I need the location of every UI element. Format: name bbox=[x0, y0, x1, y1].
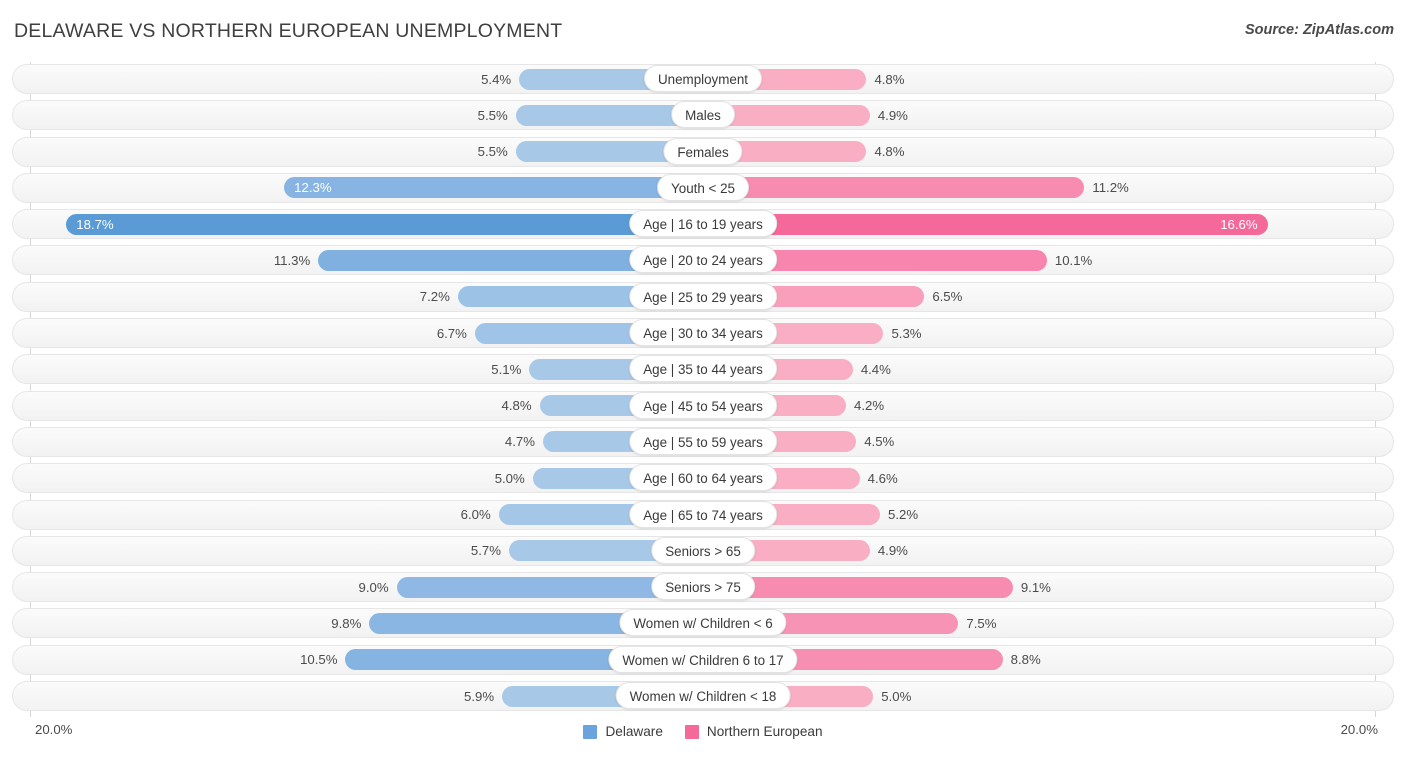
bar-category-label: Seniors > 75 bbox=[651, 573, 755, 601]
bar-value-label-northern-european: 4.8% bbox=[874, 144, 905, 160]
bar-row: 5.9% 5.0% Women w/ Children < 18 bbox=[0, 679, 1406, 715]
bar-category-label: Age | 16 to 19 years bbox=[629, 210, 777, 238]
bar-category-label: Youth < 25 bbox=[657, 173, 749, 201]
chart-legend: Delaware Northern European bbox=[0, 724, 1406, 739]
legend-item-label: Delaware bbox=[605, 724, 663, 739]
bar-category-label: Age | 55 to 59 years bbox=[629, 427, 777, 455]
bar-row: 18.7% 16.6% Age | 16 to 19 years bbox=[0, 207, 1406, 243]
bar-category-label: Age | 25 to 29 years bbox=[629, 282, 777, 310]
bar-row: 5.4% 4.8% Unemployment bbox=[0, 62, 1406, 98]
bar-value-label-northern-european: 4.5% bbox=[864, 434, 895, 450]
legend-item[interactable]: Northern European bbox=[684, 724, 823, 739]
bar-row: 6.0% 5.2% Age | 65 to 74 years bbox=[0, 498, 1406, 534]
bar-row: 6.7% 5.3% Age | 30 to 34 years bbox=[0, 316, 1406, 352]
bar-category-label: Age | 45 to 54 years bbox=[629, 391, 777, 419]
bar-category-label: Males bbox=[671, 101, 735, 129]
bar-value-label-northern-european: 4.9% bbox=[877, 543, 908, 559]
legend-swatch-icon bbox=[583, 724, 598, 739]
bar-value-label-delaware: 5.9% bbox=[464, 688, 495, 704]
bar-category-label: Women w/ Children 6 to 17 bbox=[608, 645, 798, 673]
source-attribution: Source: ZipAtlas.com bbox=[1244, 22, 1394, 38]
bar-row: 5.0% 4.6% Age | 60 to 64 years bbox=[0, 461, 1406, 497]
bar-row: 4.8% 4.2% Age | 45 to 54 years bbox=[0, 389, 1406, 425]
bar-row: 10.5% 8.8% Women w/ Children 6 to 17 bbox=[0, 643, 1406, 679]
chart-header: DELAWARE VS NORTHERN EUROPEAN UNEMPLOYME… bbox=[0, 0, 1406, 60]
bar-value-label-northern-european: 4.2% bbox=[854, 398, 885, 414]
bar-value-label-northern-european: 8.8% bbox=[1010, 652, 1041, 668]
bar-row: 5.1% 4.4% Age | 35 to 44 years bbox=[0, 352, 1406, 388]
page-title: DELAWARE VS NORTHERN EUROPEAN UNEMPLOYME… bbox=[14, 20, 563, 42]
bar-row: 7.2% 6.5% Age | 25 to 29 years bbox=[0, 280, 1406, 316]
bar-row: 5.5% 4.9% Males bbox=[0, 98, 1406, 134]
bar-delaware bbox=[284, 177, 703, 199]
bar-value-label-delaware: 5.0% bbox=[494, 470, 525, 486]
bar-value-label-northern-european: 4.6% bbox=[867, 470, 898, 486]
bar-delaware bbox=[66, 213, 703, 235]
bar-value-label-delaware: 5.4% bbox=[481, 71, 512, 87]
bar-category-label: Women w/ Children < 6 bbox=[619, 609, 787, 637]
bar-value-label-delaware: 9.0% bbox=[358, 579, 389, 595]
bar-category-label: Age | 20 to 24 years bbox=[629, 246, 777, 274]
bar-value-label-delaware: 7.2% bbox=[419, 289, 450, 305]
bar-northern-european bbox=[703, 213, 1269, 235]
bar-row: 9.8% 7.5% Women w/ Children < 6 bbox=[0, 606, 1406, 642]
bar-value-label-delaware: 6.0% bbox=[460, 507, 491, 523]
bar-value-label-delaware: 18.7% bbox=[76, 216, 114, 232]
bar-value-label-northern-european: 16.6% bbox=[1220, 216, 1258, 232]
bar-value-label-delaware: 12.3% bbox=[294, 180, 332, 196]
bar-value-label-northern-european: 5.2% bbox=[888, 507, 919, 523]
bar-value-label-delaware: 9.8% bbox=[331, 615, 362, 631]
bar-value-label-northern-european: 4.4% bbox=[860, 361, 891, 377]
bar-row: 5.5% 4.8% Females bbox=[0, 135, 1406, 171]
bar-category-label: Age | 60 to 64 years bbox=[629, 464, 777, 492]
legend-item[interactable]: Delaware bbox=[583, 724, 663, 739]
bar-row: 11.3% 10.1% Age | 20 to 24 years bbox=[0, 243, 1406, 279]
legend-swatch-icon bbox=[684, 724, 699, 739]
bar-value-label-delaware: 5.5% bbox=[477, 107, 508, 123]
bar-category-label: Age | 35 to 44 years bbox=[629, 355, 777, 383]
bar-value-label-delaware: 5.1% bbox=[491, 361, 522, 377]
bar-row: 9.0% 9.1% Seniors > 75 bbox=[0, 570, 1406, 606]
bar-value-label-delaware: 5.5% bbox=[477, 144, 508, 160]
bar-value-label-northern-european: 7.5% bbox=[966, 615, 997, 631]
chart-footer: 20.0% 20.0% Delaware Northern European bbox=[0, 717, 1406, 757]
bar-value-label-delaware: 10.5% bbox=[300, 652, 338, 668]
bar-value-label-northern-european: 6.5% bbox=[932, 289, 963, 305]
bar-value-label-northern-european: 9.1% bbox=[1020, 579, 1051, 595]
bar-row: 12.3% 11.2% Youth < 25 bbox=[0, 171, 1406, 207]
bar-value-label-delaware: 11.3% bbox=[273, 252, 311, 268]
bar-northern-european bbox=[703, 177, 1085, 199]
bar-category-label: Seniors > 65 bbox=[651, 536, 755, 564]
bar-category-label: Age | 30 to 34 years bbox=[629, 319, 777, 347]
bar-value-label-northern-european: 4.8% bbox=[874, 71, 905, 87]
bar-category-label: Females bbox=[663, 137, 743, 165]
bar-value-label-northern-european: 5.0% bbox=[881, 688, 912, 704]
legend-item-label: Northern European bbox=[706, 724, 823, 739]
bar-row: 5.7% 4.9% Seniors > 65 bbox=[0, 534, 1406, 570]
bar-value-label-northern-european: 5.3% bbox=[891, 325, 922, 341]
bar-value-label-northern-european: 10.1% bbox=[1054, 252, 1093, 268]
chart-plot-area: 5.4% 4.8% Unemployment 5.5% 4.9% Males 5.5% 4.8… bbox=[0, 62, 1406, 717]
bar-category-label: Women w/ Children < 18 bbox=[615, 682, 791, 710]
bar-value-label-northern-european: 11.2% bbox=[1092, 180, 1129, 196]
bar-category-label: Unemployment bbox=[643, 65, 763, 92]
bar-value-label-delaware: 4.8% bbox=[501, 398, 532, 414]
bar-category-label: Age | 65 to 74 years bbox=[629, 500, 777, 528]
bar-rows-container: 5.4% 4.8% Unemployment 5.5% 4.9% Males 5.5% 4.8… bbox=[0, 62, 1406, 715]
bar-value-label-northern-european: 4.9% bbox=[877, 107, 908, 123]
bar-value-label-delaware: 6.7% bbox=[436, 325, 467, 341]
bar-row: 4.7% 4.5% Age | 55 to 59 years bbox=[0, 425, 1406, 461]
bar-value-label-delaware: 5.7% bbox=[470, 543, 501, 559]
bar-value-label-delaware: 4.7% bbox=[504, 434, 535, 450]
